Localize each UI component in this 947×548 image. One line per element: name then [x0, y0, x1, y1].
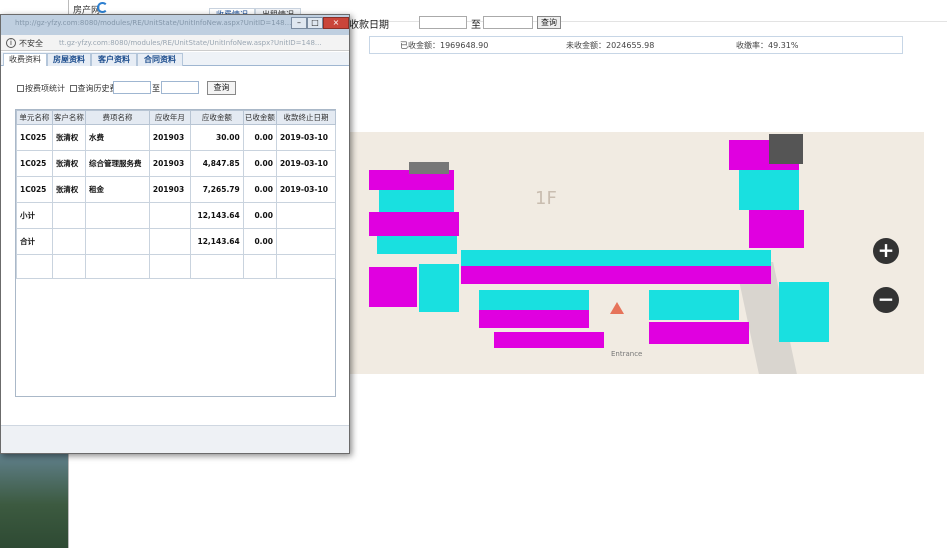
- col-receivable[interactable]: 应收金额: [189, 110, 244, 125]
- entrance-label: Entrance: [611, 350, 643, 358]
- cell: 综合管理服务费: [85, 150, 150, 177]
- unit-info-popup: http://gz-yfzy.com:8080/modules/RE/UnitS…: [0, 14, 350, 454]
- cell: 0.00: [242, 176, 277, 203]
- cell: 0.00: [242, 124, 277, 151]
- cell: 2019-03-10: [275, 124, 337, 151]
- col-fee-item[interactable]: 费项名称: [85, 110, 150, 125]
- cell: 张清权: [51, 124, 87, 151]
- tab-house-info[interactable]: 房屋资料: [47, 53, 91, 66]
- total-row: 合计 12,143.64 0.00: [16, 228, 337, 255]
- address-url[interactable]: tt.gz-yfzy.com:8080/modules/RE/UnitState…: [59, 39, 345, 47]
- cell: 水费: [85, 124, 150, 151]
- end-date-input[interactable]: [161, 81, 199, 94]
- tab-fee-info[interactable]: 收费资料: [3, 53, 47, 66]
- unreceived-amount: 未收金额：2024655.98: [566, 40, 655, 50]
- cell: 12,143.64: [189, 228, 244, 255]
- north-block[interactable]: [369, 162, 459, 254]
- cell: 201903: [148, 124, 191, 151]
- by-item-checkbox[interactable]: [17, 85, 24, 92]
- cell: [85, 202, 150, 229]
- cell: 1C025: [16, 176, 53, 203]
- cell: 201903: [148, 176, 191, 203]
- cell: 张清权: [51, 176, 87, 203]
- map-units[interactable]: [349, 132, 924, 374]
- col-customer[interactable]: 客户名称: [51, 110, 87, 125]
- date-from-input[interactable]: [419, 16, 467, 29]
- filter-to-label: 至: [471, 20, 481, 31]
- collection-rate: 收缴率：49.31%: [736, 40, 799, 50]
- popup-tabs: 收费资料 房屋资料 客户资料 合同资料: [1, 52, 349, 66]
- tab-customer-info[interactable]: 客户资料: [91, 53, 137, 66]
- empty-row: [16, 254, 337, 279]
- cell: 张清权: [51, 150, 87, 177]
- south-block[interactable]: [479, 282, 829, 348]
- popup-footer: [1, 425, 349, 453]
- close-button[interactable]: ×: [323, 17, 349, 29]
- option-row: 按费项统计 查询历史费用: [17, 83, 126, 94]
- cell: 小计: [16, 202, 53, 229]
- cell: 0.00: [242, 228, 277, 255]
- cell: 合计: [16, 228, 53, 255]
- col-end-date[interactable]: 收款终止日期: [275, 110, 337, 125]
- received-amount: 已收金额：1969648.90: [400, 40, 489, 50]
- minimize-button[interactable]: –: [291, 17, 307, 29]
- by-item-label: 按费项统计: [25, 84, 65, 93]
- cell: 0.00: [242, 150, 277, 177]
- refresh-icon[interactable]: [97, 2, 108, 13]
- fee-table: 单元名称 客户名称 费项名称 应收年月 应收金额 已收金额 收款终止日期 1C0…: [15, 109, 337, 397]
- desktop-background: [0, 440, 70, 548]
- table-row[interactable]: 1C025 张清权 水费 201903 30.00 0.00 2019-03-1…: [16, 124, 337, 151]
- east-block[interactable]: [729, 134, 804, 248]
- summary-bar: 已收金额：1969648.90 未收金额：2024655.98 收缴率：49.3…: [369, 36, 903, 54]
- cell: [148, 202, 191, 229]
- zoom-out-button[interactable]: −: [873, 287, 899, 313]
- table-row[interactable]: 1C025 张清权 租金 201903 7,265.79 0.00 2019-0…: [16, 176, 337, 203]
- cell: 0.00: [242, 202, 277, 229]
- popup-titlebar[interactable]: http://gz-yfzy.com:8080/modules/RE/UnitS…: [1, 15, 349, 35]
- cell: [275, 202, 337, 229]
- start-date-input[interactable]: [113, 81, 151, 94]
- maximize-button[interactable]: □: [307, 17, 323, 29]
- table-header-row: 单元名称 客户名称 费项名称 应收年月 应收金额 已收金额 收款终止日期: [16, 110, 337, 125]
- cell: 201903: [148, 150, 191, 177]
- zoom-in-button[interactable]: +: [873, 238, 899, 264]
- cell: 7,265.79: [189, 176, 244, 203]
- filter-label: 收款日期: [349, 20, 389, 31]
- cell: [85, 228, 150, 255]
- insecure-label: 不安全: [19, 39, 43, 48]
- cell: [275, 228, 337, 255]
- col-received[interactable]: 已收金额: [242, 110, 277, 125]
- cell: 12,143.64: [189, 202, 244, 229]
- date-to-input[interactable]: [483, 16, 533, 29]
- subtotal-row: 小计 12,143.64 0.00: [16, 202, 337, 229]
- cell: 2019-03-10: [275, 150, 337, 177]
- cell: [51, 228, 87, 255]
- cell: 4,847.85: [189, 150, 244, 177]
- cell: 1C025: [16, 150, 53, 177]
- entrance-marker: [610, 302, 624, 314]
- cell: 租金: [85, 176, 150, 203]
- date-to-label: 至: [152, 84, 160, 93]
- table-row[interactable]: 1C025 张清权 综合管理服务费 201903 4,847.85 0.00 2…: [16, 150, 337, 177]
- warning-icon: i: [6, 38, 16, 48]
- popup-title: http://gz-yfzy.com:8080/modules/RE/UnitS…: [15, 19, 292, 27]
- address-bar[interactable]: i 不安全 tt.gz-yfzy.com:8080/modules/RE/Uni…: [1, 35, 349, 51]
- cell: [51, 202, 87, 229]
- cell: [148, 228, 191, 255]
- query-button[interactable]: 查询: [207, 81, 236, 95]
- cell: 30.00: [189, 124, 244, 151]
- cell: 2019-03-10: [275, 176, 337, 203]
- floor-map[interactable]: 1F Entrance: [349, 132, 924, 374]
- history-checkbox[interactable]: [69, 85, 77, 92]
- floor-label: 1F: [535, 188, 557, 209]
- col-unit[interactable]: 单元名称: [16, 110, 53, 125]
- back-query-button[interactable]: 查询: [537, 16, 561, 29]
- tab-contract-info[interactable]: 合同资料: [137, 53, 183, 66]
- col-month[interactable]: 应收年月: [148, 110, 191, 125]
- cell: 1C025: [16, 124, 53, 151]
